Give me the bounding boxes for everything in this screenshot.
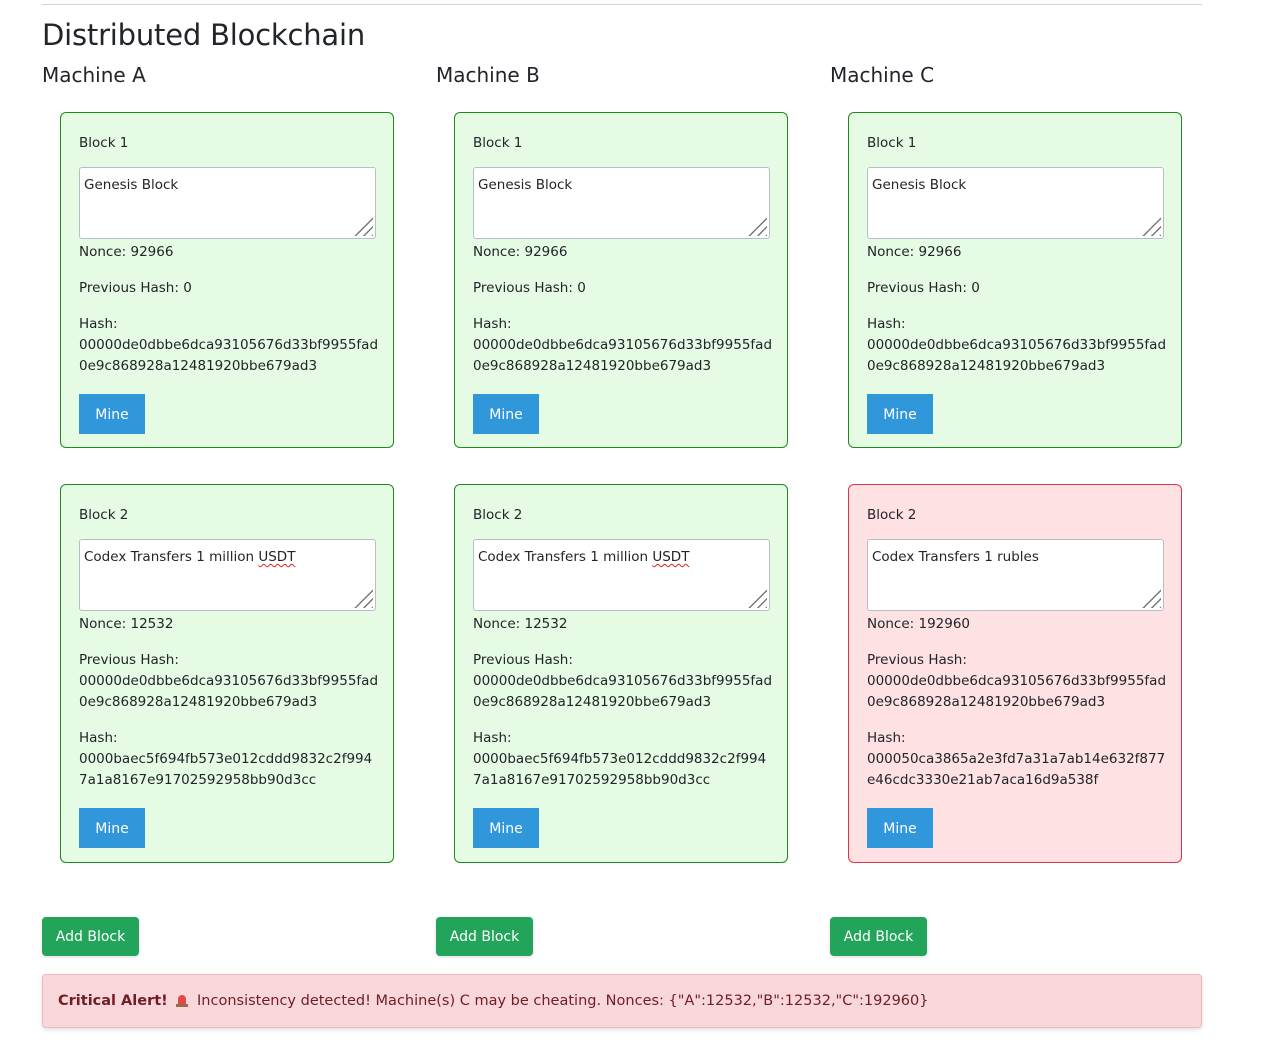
block-card: Block 2 Codex Transfers 1 rubles Nonce: … xyxy=(848,484,1182,863)
mine-button[interactable]: Mine xyxy=(867,808,933,848)
hash-label: Hash: xyxy=(867,316,906,332)
nonce-value: Nonce: 92966 xyxy=(867,244,962,260)
hash-value: 00000de0dbbe6dca93105676d33bf9955fad0e9c… xyxy=(79,337,379,374)
nonce-value: Nonce: 92966 xyxy=(473,244,568,260)
block-data-text: Genesis Block xyxy=(872,177,967,193)
block-label: Block 2 xyxy=(473,507,523,523)
block-data-textarea[interactable]: Genesis Block xyxy=(867,167,1164,239)
critical-alert: Critical Alert! Inconsistency detected! … xyxy=(42,974,1202,1028)
machine-column: Machine A Block 1 Genesis Block Nonce: 9… xyxy=(42,60,422,956)
mine-button[interactable]: Mine xyxy=(473,808,539,848)
hash-label: Hash: xyxy=(79,730,118,746)
machine-column: Machine C Block 1 Genesis Block Nonce: 9… xyxy=(830,60,1210,956)
hash-value: 000050ca3865a2e3fd7a31a7ab14e632f877e46c… xyxy=(867,751,1166,788)
hash-value: 00000de0dbbe6dca93105676d33bf9955fad0e9c… xyxy=(473,337,773,374)
block-label: Block 2 xyxy=(79,507,129,523)
block-label: Block 1 xyxy=(79,135,129,151)
block-data-textarea[interactable]: Codex Transfers 1 million USDT xyxy=(79,539,376,611)
mine-button[interactable]: Mine xyxy=(79,394,145,434)
block-data-text: Genesis Block xyxy=(84,177,179,193)
previous-hash-label: Previous Hash: xyxy=(473,652,573,668)
add-block-button[interactable]: Add Block xyxy=(42,917,139,956)
resize-grip-icon[interactable] xyxy=(747,588,767,608)
resize-grip-icon[interactable] xyxy=(1141,588,1161,608)
block-data-textarea[interactable]: Genesis Block xyxy=(473,167,770,239)
nonce-value: Nonce: 192960 xyxy=(867,616,971,632)
machine-title: Machine C xyxy=(830,63,935,87)
block-card: Block 2 Codex Transfers 1 million USDT N… xyxy=(454,484,788,863)
block-data-textarea[interactable]: Genesis Block xyxy=(79,167,376,239)
previous-hash-label: Previous Hash: 0 xyxy=(79,280,192,296)
machine-title: Machine B xyxy=(436,63,540,87)
hash-value: 00000de0dbbe6dca93105676d33bf9955fad0e9c… xyxy=(867,337,1167,374)
resize-grip-icon[interactable] xyxy=(353,216,373,236)
hash-label: Hash: xyxy=(473,316,512,332)
resize-grip-icon[interactable] xyxy=(747,216,767,236)
hash-label: Hash: xyxy=(867,730,906,746)
block-data-text: Codex Transfers 1 rubles xyxy=(872,549,1039,565)
resize-grip-icon[interactable] xyxy=(353,588,373,608)
previous-hash-value: 00000de0dbbe6dca93105676d33bf9955fad0e9c… xyxy=(473,673,773,710)
block-label: Block 1 xyxy=(473,135,523,151)
mine-button[interactable]: Mine xyxy=(79,808,145,848)
alert-message: Inconsistency detected! Machine(s) C may… xyxy=(197,993,929,1009)
nonce-value: Nonce: 12532 xyxy=(473,616,568,632)
nonce-value: Nonce: 92966 xyxy=(79,244,174,260)
alert-title: Critical Alert! xyxy=(58,993,168,1009)
block-data-text: Codex Transfers 1 million USDT xyxy=(84,549,296,565)
previous-hash-label: Previous Hash: 0 xyxy=(867,280,980,296)
nonce-value: Nonce: 12532 xyxy=(79,616,174,632)
block-card: Block 1 Genesis Block Nonce: 92966 Previ… xyxy=(848,112,1182,448)
block-card: Block 1 Genesis Block Nonce: 92966 Previ… xyxy=(454,112,788,448)
block-label: Block 1 xyxy=(867,135,917,151)
machine-column: Machine B Block 1 Genesis Block Nonce: 9… xyxy=(436,60,816,956)
block-data-text: Codex Transfers 1 million USDT xyxy=(478,549,690,565)
add-block-button[interactable]: Add Block xyxy=(830,917,927,956)
resize-grip-icon[interactable] xyxy=(1141,216,1161,236)
hash-label: Hash: xyxy=(473,730,512,746)
misspelled-word: USDT xyxy=(258,549,296,565)
block-data-textarea[interactable]: Codex Transfers 1 rubles xyxy=(867,539,1164,611)
block-data-text: Genesis Block xyxy=(478,177,573,193)
siren-icon xyxy=(176,993,189,1007)
previous-hash-label: Previous Hash: xyxy=(867,652,967,668)
previous-hash-value: 00000de0dbbe6dca93105676d33bf9955fad0e9c… xyxy=(867,673,1167,710)
misspelled-word: USDT xyxy=(652,549,690,565)
hash-label: Hash: xyxy=(79,316,118,332)
previous-hash-value: 00000de0dbbe6dca93105676d33bf9955fad0e9c… xyxy=(79,673,379,710)
hash-value: 0000baec5f694fb573e012cddd9832c2f9947a1a… xyxy=(79,751,373,788)
page-title: Distributed Blockchain xyxy=(42,18,366,52)
mine-button[interactable]: Mine xyxy=(867,394,933,434)
add-block-button[interactable]: Add Block xyxy=(436,917,533,956)
block-data-textarea[interactable]: Codex Transfers 1 million USDT xyxy=(473,539,770,611)
previous-hash-label: Previous Hash: xyxy=(79,652,179,668)
block-label: Block 2 xyxy=(867,507,917,523)
block-card: Block 2 Codex Transfers 1 million USDT N… xyxy=(60,484,394,863)
mine-button[interactable]: Mine xyxy=(473,394,539,434)
previous-hash-label: Previous Hash: 0 xyxy=(473,280,586,296)
block-card: Block 1 Genesis Block Nonce: 92966 Previ… xyxy=(60,112,394,448)
hash-value: 0000baec5f694fb573e012cddd9832c2f9947a1a… xyxy=(473,751,767,788)
machine-title: Machine A xyxy=(42,63,146,87)
top-divider xyxy=(42,4,1202,5)
